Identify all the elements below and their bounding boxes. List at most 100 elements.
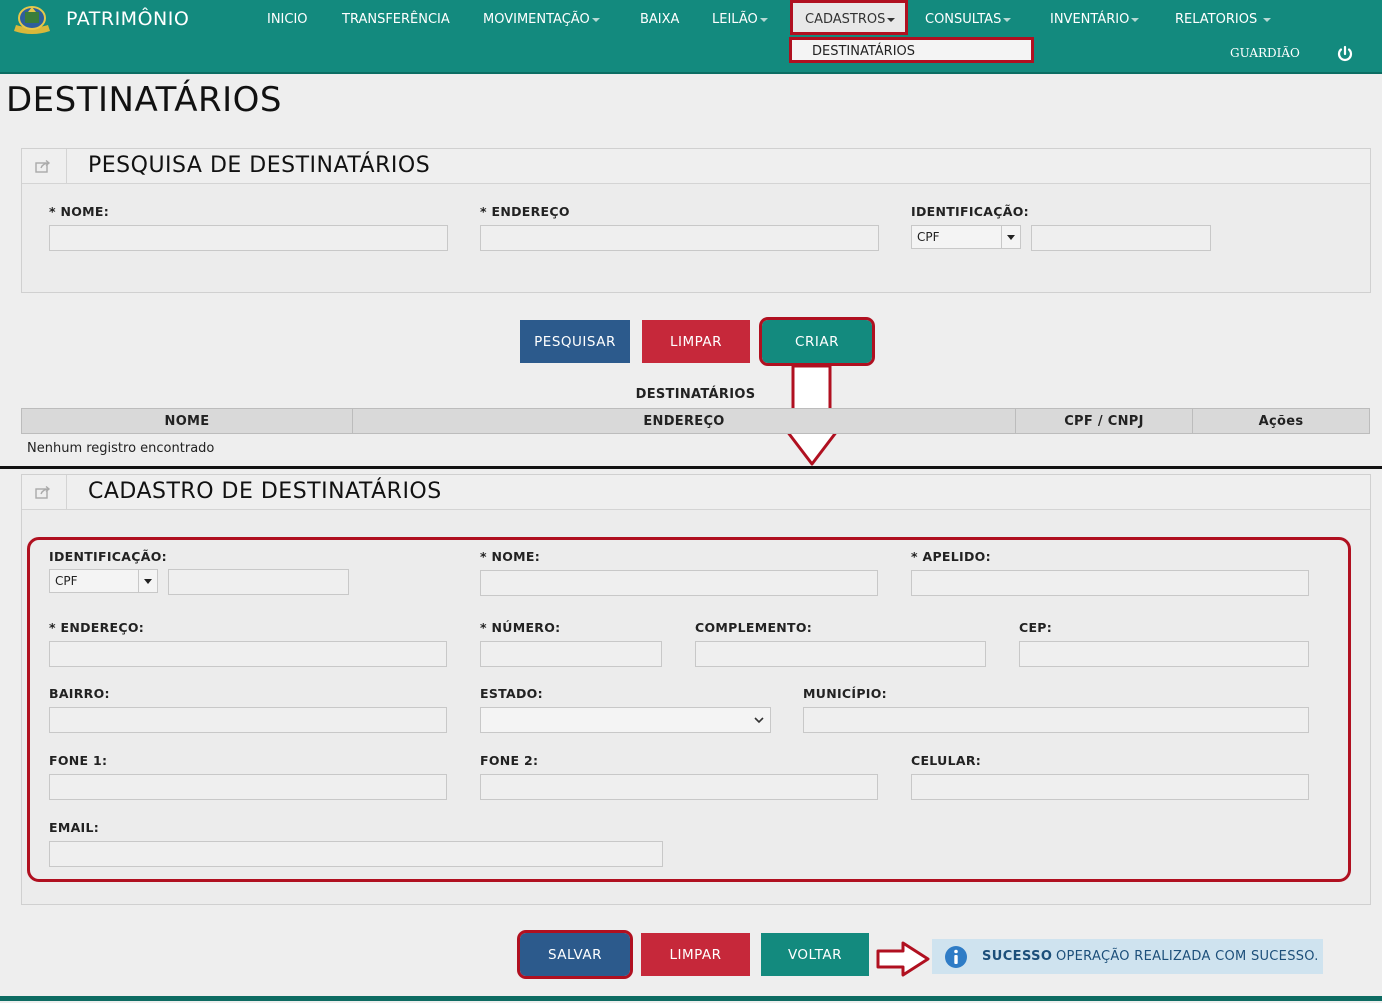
nav-transferencia[interactable]: TRANSFERÊNCIA	[342, 12, 450, 27]
nav-leilao-label: LEILÃO	[712, 12, 758, 27]
form-fone1-label: FONE 1:	[49, 753, 108, 768]
nav-relatorios[interactable]: RELATORIOS	[1175, 12, 1272, 27]
search-nome-input[interactable]	[49, 225, 448, 251]
nav-consultas-label: CONSULTAS	[925, 12, 1002, 27]
form-email-input[interactable]	[49, 841, 663, 867]
nav-cadastros[interactable]: CADASTROS	[790, 0, 908, 35]
dropdown-item-destinatarios[interactable]: DESTINATÁRIOS	[789, 37, 1034, 63]
form-numero-input[interactable]	[480, 641, 662, 667]
form-panel-title: CADASTRO DE DESTINATÁRIOS	[88, 479, 442, 504]
chevron-down-icon	[138, 570, 157, 592]
results-table: NOME ENDEREÇO CPF / CNPJ Ações Nenhum re…	[21, 408, 1370, 466]
nav-movimentacao[interactable]: MOVIMENTAÇÃO	[483, 12, 600, 27]
search-endereco-input[interactable]	[480, 225, 879, 251]
form-numero-label: * NÚMERO:	[480, 620, 561, 635]
bottom-bar	[0, 996, 1382, 1001]
form-complemento-label: COMPLEMENTO:	[695, 620, 813, 635]
form-municipio-input[interactable]	[803, 707, 1309, 733]
chevron-down-icon	[754, 717, 764, 724]
form-cep-label: CEP:	[1019, 620, 1053, 635]
form-endereco-input[interactable]	[49, 641, 447, 667]
form-identificacao-select[interactable]: CPF	[49, 569, 158, 593]
form-email-label: EMAIL:	[49, 820, 100, 835]
form-bairro-input[interactable]	[49, 707, 447, 733]
form-nome-input[interactable]	[480, 570, 878, 596]
form-panel-icon-box	[22, 475, 67, 509]
form-fone1-input[interactable]	[49, 774, 447, 800]
nav-inicio-label: INICIO	[267, 12, 308, 27]
success-message: SUCESSO OPERAÇÃO REALIZADA COM SUCESSO.	[932, 939, 1323, 974]
voltar-button[interactable]: VOLTAR	[761, 933, 869, 976]
success-message-title: SUCESSO	[982, 949, 1053, 964]
chevron-down-icon	[1001, 226, 1020, 248]
form-cep-input[interactable]	[1019, 641, 1309, 667]
empty-table-message: Nenhum registro encontrado	[27, 441, 215, 456]
search-panel: PESQUISA DE DESTINATÁRIOS * NOME: * ENDE…	[21, 148, 1371, 293]
form-celular-input[interactable]	[911, 774, 1309, 800]
form-panel-header: CADASTRO DE DESTINATÁRIOS	[22, 475, 1370, 510]
form-identificacao-label: IDENTIFICAÇÃO:	[49, 549, 167, 564]
form-celular-label: CELULAR:	[911, 753, 982, 768]
nav-baixa-label: BAIXA	[640, 12, 680, 27]
column-header-nome[interactable]: NOME	[21, 408, 353, 434]
search-panel-header: PESQUISA DE DESTINATÁRIOS	[22, 149, 1370, 184]
nav-inventario[interactable]: INVENTÁRIO	[1050, 12, 1140, 27]
nav-inventario-label: INVENTÁRIO	[1050, 12, 1130, 27]
user-name-link[interactable]: GUARDIÃO	[1230, 46, 1300, 60]
pesquisar-button[interactable]: PESQUISAR	[520, 320, 630, 363]
search-panel-icon-box	[22, 149, 67, 183]
success-message-text: OPERAÇÃO REALIZADA COM SUCESSO.	[1056, 949, 1319, 964]
form-identificacao-select-value: CPF	[55, 574, 78, 588]
form-estado-select[interactable]	[480, 707, 771, 733]
section-divider	[0, 466, 1382, 469]
caret-down-icon	[591, 17, 600, 22]
limpar-search-button[interactable]: LIMPAR	[642, 320, 750, 363]
form-nome-label: * NOME:	[480, 549, 541, 564]
limpar-form-button[interactable]: LIMPAR	[641, 933, 750, 976]
column-header-endereco[interactable]: ENDEREÇO	[352, 408, 1016, 434]
search-identificacao-select[interactable]: CPF	[911, 225, 1021, 249]
nav-leilao[interactable]: LEILÃO	[712, 12, 768, 27]
app-title[interactable]: PATRIMÔNIO	[66, 8, 189, 30]
nav-baixa[interactable]: BAIXA	[640, 12, 679, 27]
identificacao-label: IDENTIFICAÇÃO:	[911, 204, 1029, 219]
caret-down-icon	[1131, 17, 1140, 22]
info-icon	[945, 946, 967, 968]
logo-emblem-icon	[14, 6, 50, 34]
criar-button[interactable]: CRIAR	[759, 317, 875, 366]
share-icon	[35, 486, 51, 499]
endereco-label: * ENDEREÇO	[480, 204, 570, 219]
search-panel-title: PESQUISA DE DESTINATÁRIOS	[88, 153, 431, 178]
form-endereco-label: * ENDEREÇO:	[49, 620, 145, 635]
nav-transferencia-label: TRANSFERÊNCIA	[342, 12, 450, 27]
column-header-acoes: Ações	[1192, 408, 1370, 434]
form-municipio-label: MUNICÍPIO:	[803, 686, 887, 701]
form-complemento-input[interactable]	[695, 641, 986, 667]
power-icon[interactable]	[1336, 45, 1354, 63]
dropdown-item-label: DESTINATÁRIOS	[812, 44, 916, 59]
nav-consultas[interactable]: CONSULTAS	[925, 12, 1012, 27]
column-header-cpf-cnpj[interactable]: CPF / CNPJ	[1015, 408, 1193, 434]
page-title: DESTINATÁRIOS	[6, 80, 282, 120]
form-bairro-label: BAIRRO:	[49, 686, 110, 701]
nav-inicio[interactable]: INICIO	[267, 12, 308, 27]
salvar-button[interactable]: SALVAR	[517, 930, 633, 979]
top-navbar: PATRIMÔNIO INICIO TRANSFERÊNCIA MOVIMENT…	[0, 0, 1382, 74]
form-apelido-input[interactable]	[911, 570, 1309, 596]
share-icon	[35, 160, 51, 173]
caret-down-icon	[759, 17, 768, 22]
annotation-arrow-right-icon	[876, 941, 930, 977]
caret-down-icon	[1003, 17, 1012, 22]
nome-label: * NOME:	[49, 204, 110, 219]
nav-relatorios-label: RELATORIOS	[1175, 12, 1258, 27]
form-fone2-label: FONE 2:	[480, 753, 539, 768]
identificacao-select-value: CPF	[917, 230, 940, 244]
form-fone2-input[interactable]	[480, 774, 878, 800]
form-estado-label: ESTADO:	[480, 686, 543, 701]
nav-cadastros-label: CADASTROS	[805, 12, 886, 27]
nav-movimentacao-label: MOVIMENTAÇÃO	[483, 12, 590, 27]
caret-down-icon	[1263, 17, 1272, 22]
results-caption: DESTINATÁRIOS	[635, 387, 756, 402]
form-identificacao-input[interactable]	[168, 569, 349, 595]
search-identificacao-input[interactable]	[1031, 225, 1211, 251]
